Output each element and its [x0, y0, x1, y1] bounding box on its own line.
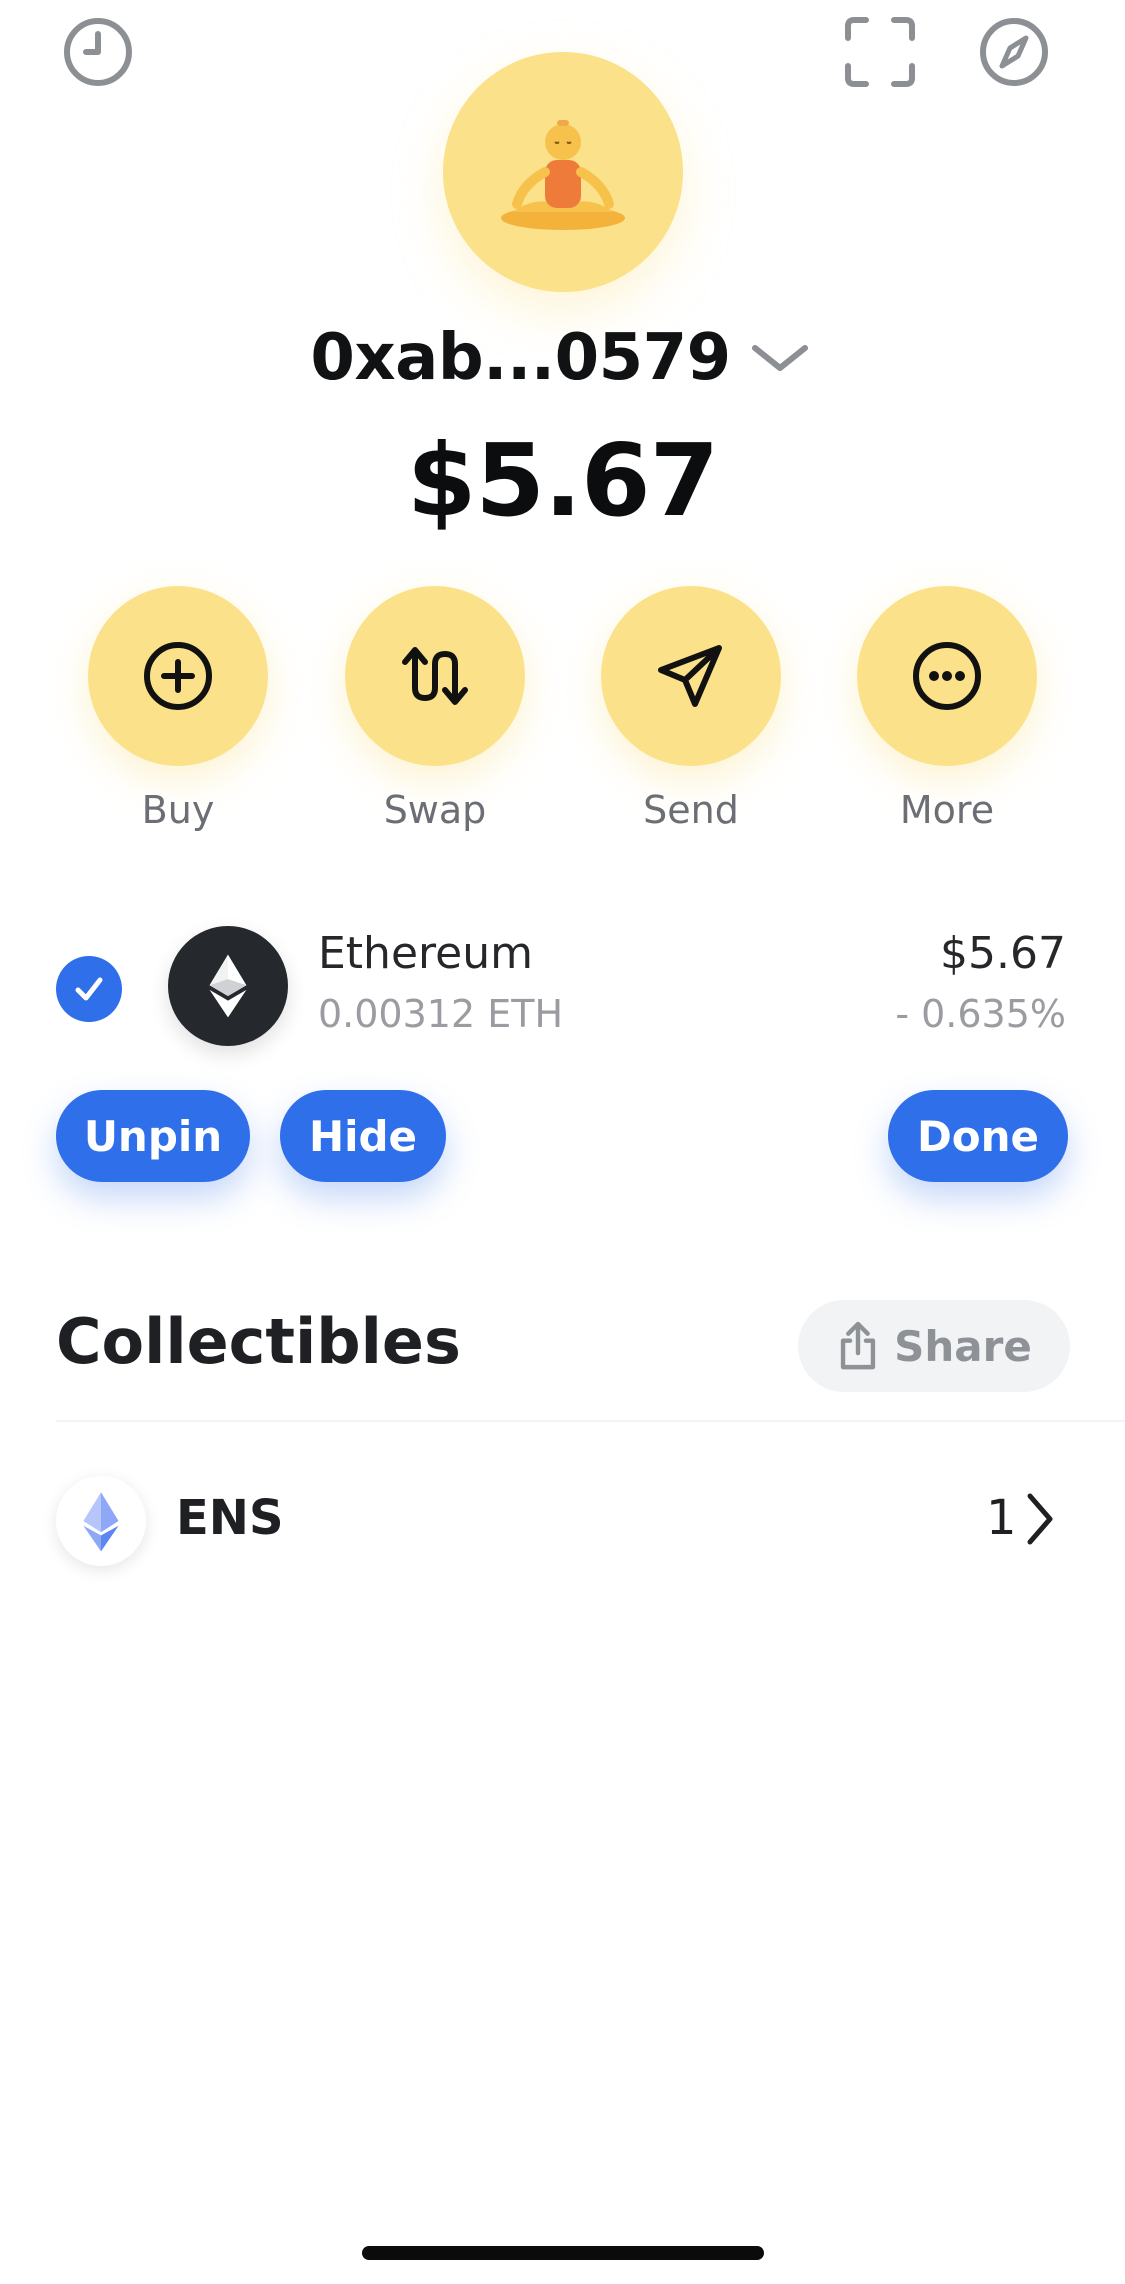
meditation-avatar-icon [501, 120, 625, 230]
more-button[interactable]: More [857, 586, 1037, 846]
ens-logo-icon [56, 1476, 146, 1566]
hide-button[interactable]: Hide [280, 1090, 446, 1182]
token-name: Ethereum [318, 928, 533, 979]
wallet-balance: $5.67 [406, 422, 719, 539]
compass-icon[interactable] [976, 14, 1052, 90]
divider [56, 1420, 1125, 1422]
buy-label: Buy [141, 788, 215, 832]
swap-label: Swap [383, 788, 487, 832]
plus-circle-icon [144, 642, 212, 710]
account-name: 0xab...0579 [310, 321, 731, 395]
collectible-count: 1 [986, 1490, 1017, 1546]
more-dots-icon [913, 642, 981, 710]
done-button[interactable]: Done [888, 1090, 1068, 1182]
send-label: Send [643, 788, 739, 832]
chevron-down-icon [751, 345, 808, 371]
token-change: - 0.635% [895, 992, 1066, 1036]
share-icon [840, 1321, 876, 1370]
scan-icon[interactable] [842, 14, 918, 90]
token-balance: 0.00312 ETH [318, 992, 564, 1036]
share-button[interactable]: Share [798, 1300, 1070, 1392]
token-select-checkbox[interactable] [56, 956, 122, 1022]
history-icon[interactable] [60, 14, 136, 90]
chevron-right-icon[interactable] [1022, 1488, 1056, 1550]
buy-button[interactable]: Buy [88, 586, 268, 846]
avatar[interactable] [443, 52, 683, 292]
send-button[interactable]: Send [601, 586, 781, 846]
home-indicator [362, 2246, 764, 2260]
token-value: $5.67 [940, 928, 1066, 979]
unpin-button[interactable]: Unpin [56, 1090, 250, 1182]
share-label: Share [894, 1321, 1032, 1371]
collectible-name[interactable]: ENS [176, 1490, 284, 1546]
swap-arrows-icon [402, 647, 468, 705]
more-label: More [899, 788, 995, 832]
swap-button[interactable]: Swap [345, 586, 525, 846]
collectibles-title: Collectibles [56, 1305, 461, 1378]
paper-plane-icon [658, 645, 722, 707]
checkmark-icon [75, 977, 103, 1001]
ethereum-icon [168, 926, 288, 1046]
account-selector[interactable]: 0xab...0579 [0, 318, 1125, 398]
